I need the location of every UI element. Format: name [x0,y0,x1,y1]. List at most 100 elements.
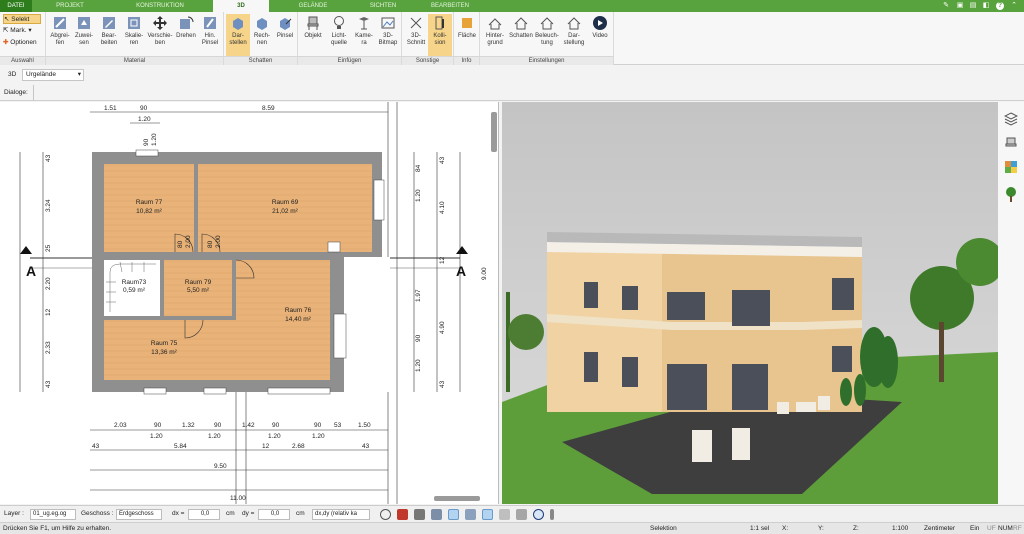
dim-label: 1.51 [104,105,117,112]
edit-material-icon [103,17,115,29]
print-icon[interactable]: ▤ [969,2,977,10]
3d-view[interactable] [502,102,998,504]
lichtquelle-button[interactable]: Licht- quelle [326,14,352,56]
tab-gelaende[interactable]: GELÄNDE [285,0,341,12]
skalieren-button[interactable]: Skalie- ren [122,14,146,56]
flaeche-button[interactable]: Fläche [455,14,479,56]
help-icon[interactable]: ? [996,2,1004,10]
house-display-icon [567,17,581,30]
dim-label: 43 [439,156,446,164]
num-indicator: NUM [998,525,1013,532]
tab-3d[interactable]: 3D [213,0,269,12]
dx-input[interactable]: 0,0 [188,509,220,520]
mark-button[interactable]: ⇱ Mark. ▾ [3,26,32,36]
hin-pinsel-button[interactable]: Hin. Pinsel [198,14,222,56]
room-75[interactable] [104,320,260,380]
tab-projekt[interactable]: PROJEKT [42,0,98,12]
dim-label: 4.10 [439,201,446,214]
group-einfuegen: Objekt Licht- quelle Kame- ra 3D- Bitmap… [298,12,402,65]
tab-datei[interactable]: DATEI [0,0,32,12]
section-marker-right: A [456,263,466,279]
floor-plan-view[interactable]: A A Raum 77 10,82 m² Raum 69 21,02 m² Ra… [0,102,499,504]
tree-icon[interactable] [1004,186,1018,202]
dim-label: 12 [45,308,52,316]
schatten-einstellung-button[interactable]: Schatten [508,14,534,56]
dim-label: 1.20 [151,133,158,146]
geschoss-select[interactable]: Erdgeschoss [116,509,162,520]
dy-input[interactable]: 0,0 [258,509,290,520]
dim-label: 80 [207,240,214,248]
zuweisen-button[interactable]: Zuwei- sen [72,14,96,56]
darstellung-label: Dar- stellung [563,33,585,46]
layer-select[interactable]: 01_ug.eg.og [30,509,76,520]
dim-label: 1.32 [182,422,195,429]
darstellen-button[interactable]: Dar- stellen [226,14,250,56]
grid-icon[interactable] [516,509,527,520]
status-bar: Drücken Sie F1, um Hilfe zu erhalten. Se… [0,522,1024,534]
window-icon[interactable] [499,509,510,520]
tab-bearbeiten[interactable]: BEARBEITEN [420,0,480,12]
abgreifen-button[interactable]: Abgrei- fen [48,14,72,56]
group-auswahl: ↖ Selekt ⇱ Mark. ▾ ✚ Optionen Auswahl [0,12,46,65]
snap-icon[interactable] [431,509,442,520]
ribbon-tab-bar: DATEI PROJEKT KONSTRUKTION 3D GELÄNDE SI… [0,0,1024,12]
tab-konstruktion[interactable]: KONSTRUKTION [120,0,200,12]
3d-schnitt-button[interactable]: 3D- Schnitt [404,14,428,56]
selekt-label: Selekt [11,16,30,23]
selekt-button[interactable]: ↖ Selekt [3,14,41,24]
save-icon[interactable]: ▣ [956,2,964,10]
schatten-pinsel-button[interactable]: Pinsel [274,14,296,56]
3d-render[interactable] [502,102,998,504]
background-icon [488,18,502,30]
terrain-select[interactable]: Urgelände ▾ [22,69,84,81]
coordinate-mode-select[interactable]: dx,dy (relativ ka [312,509,370,520]
group-material: Abgrei- fen Zuwei- sen Bear- beiten Skal… [46,12,224,65]
kollision-label: Kolli- sion [433,33,447,46]
horizontal-scrollbar-thumb[interactable] [434,496,480,501]
north-icon[interactable] [533,509,544,520]
3d-bitmap-label: 3D- Bitmap [378,33,398,46]
beleuchtung-button[interactable]: Beleuch- tung [534,14,560,56]
chevron-down-icon: ▾ [28,27,32,34]
materials-icon[interactable] [1004,160,1018,174]
dim-label: 43 [45,380,52,388]
house-light-icon [540,17,554,30]
brush-icon[interactable]: ✎ [942,2,950,10]
drehen-button[interactable]: Drehen [174,14,198,56]
record-icon[interactable] [397,509,408,520]
video-button[interactable]: Video [588,14,612,56]
dim-label: 53 [334,422,342,429]
rf-indicator: RF [1013,525,1022,532]
group-label-auswahl: Auswahl [0,56,45,65]
darstellung-button[interactable]: Dar- stellung [560,14,588,56]
chevron-up-icon[interactable]: ⌃ [1010,2,1018,10]
rechnen-button[interactable]: Rech- nen [250,14,274,56]
kollision-button[interactable]: Kolli- sion [428,14,452,56]
dim-label: 1.20 [415,359,422,372]
dim-label: 11.00 [230,495,246,502]
clock-icon[interactable] [380,509,391,520]
verschieben-button[interactable]: Verschie- ben [146,14,174,56]
kamera-button[interactable]: Kame- ra [352,14,376,56]
room-label-area: 21,02 m² [272,208,298,215]
layout-icon[interactable]: ◧ [982,2,990,10]
hintergrund-button[interactable]: Hinter- grund [482,14,508,56]
tab-sichten[interactable]: SICHTEN [355,0,411,12]
room-label-name: Raum73 [122,279,147,286]
vertical-scrollbar-thumb[interactable] [491,112,497,152]
layer-view-icon[interactable] [482,509,493,520]
hin-pinsel-label: Hin. Pinsel [201,33,219,46]
group-einstellungen: Hinter- grund Schatten Beleuch- tung Dar… [480,12,614,65]
print-preview-icon[interactable] [414,509,425,520]
lichtquelle-label: Licht- quelle [330,33,347,46]
objekt-button[interactable]: Objekt [300,14,326,56]
wave-icon[interactable] [465,509,476,520]
bearbeiten-button[interactable]: Bear- beiten [96,14,122,56]
layers-icon[interactable] [1003,112,1019,126]
kamera-label: Kame- ra [355,33,373,46]
floor-plan-drawing[interactable]: A A Raum 77 10,82 m² Raum 69 21,02 m² Ra… [0,102,499,504]
furniture-catalog-icon[interactable] [1004,136,1018,150]
optionen-button[interactable]: ✚ Optionen [3,38,37,48]
3d-bitmap-button[interactable]: 3D- Bitmap [376,14,400,56]
line-tool-icon[interactable] [448,509,459,520]
